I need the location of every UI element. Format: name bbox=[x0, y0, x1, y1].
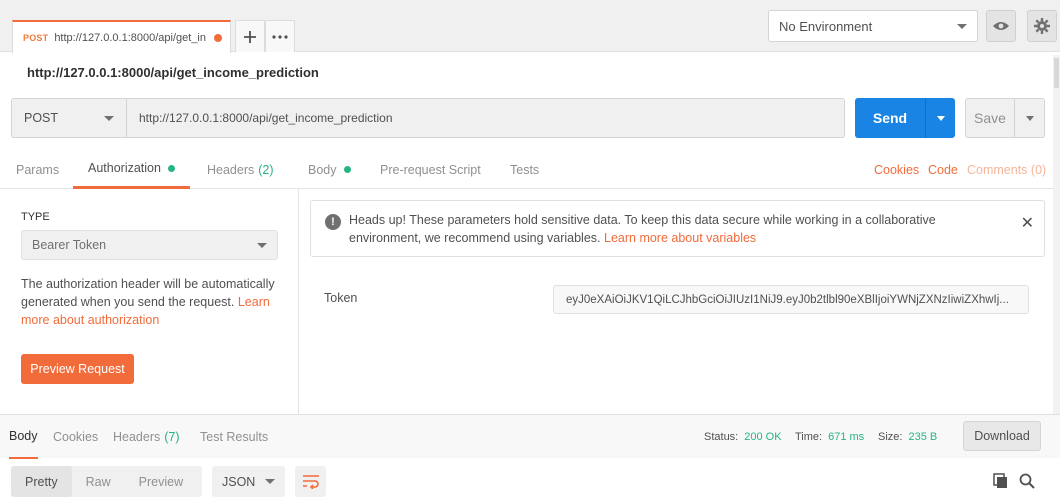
gear-icon bbox=[1034, 18, 1050, 34]
tab-authorization[interactable]: Authorization bbox=[73, 150, 190, 189]
wrap-lines-button[interactable] bbox=[295, 466, 326, 497]
response-tab-headers-count: (7) bbox=[164, 430, 180, 444]
wrap-lines-icon bbox=[302, 474, 319, 489]
time-readout: Time: 671 ms bbox=[795, 415, 864, 459]
environment-quick-look-button[interactable] bbox=[986, 10, 1016, 42]
more-tabs-button[interactable] bbox=[265, 20, 295, 52]
warning-icon: ! bbox=[325, 214, 341, 230]
format-preview-button[interactable]: Preview bbox=[125, 466, 197, 497]
more-horizontal-icon bbox=[272, 34, 288, 39]
code-link[interactable]: Code bbox=[928, 150, 958, 189]
response-tab-cookies[interactable]: Cookies bbox=[53, 415, 98, 459]
close-icon[interactable]: ✕ bbox=[1021, 213, 1034, 233]
tab-prerequest-label: Pre-request Script bbox=[380, 162, 481, 177]
chevron-down-icon bbox=[104, 115, 114, 121]
request-tab[interactable]: POST http://127.0.0.1:8000/api/get_in bbox=[12, 20, 231, 53]
size-value: 235 B bbox=[908, 431, 938, 443]
auth-type-panel: TYPE Bearer Token The authorization head… bbox=[0, 189, 299, 414]
send-button[interactable]: Send bbox=[855, 98, 925, 138]
response-tab-cookies-label: Cookies bbox=[53, 430, 99, 444]
save-button[interactable]: Save bbox=[965, 98, 1015, 138]
active-indicator-icon bbox=[343, 166, 351, 173]
chevron-down-icon bbox=[957, 23, 967, 29]
search-icon bbox=[1019, 473, 1035, 489]
tab-tests-label: Tests bbox=[510, 162, 540, 177]
chevron-down-icon bbox=[265, 479, 275, 484]
unsaved-dot-icon bbox=[214, 33, 222, 42]
environment-select[interactable]: No Environment bbox=[768, 10, 978, 42]
environment-label: No Environment bbox=[779, 18, 873, 34]
request-tabs: Params Authorization Headers (2) Body Pr… bbox=[0, 150, 1053, 189]
format-pretty-button[interactable]: Pretty bbox=[11, 466, 72, 497]
tab-headers-count: (2) bbox=[258, 162, 274, 177]
tab-authorization-label: Authorization bbox=[88, 161, 161, 175]
save-options-button[interactable] bbox=[1015, 98, 1045, 138]
tab-tests[interactable]: Tests bbox=[510, 150, 539, 189]
download-button[interactable]: Download bbox=[963, 421, 1041, 451]
chevron-down-icon bbox=[1025, 115, 1034, 121]
language-value: JSON bbox=[222, 474, 256, 489]
eye-icon bbox=[993, 22, 1009, 30]
response-tab-headers-label: Headers bbox=[113, 430, 161, 444]
method-select[interactable]: POST bbox=[11, 98, 127, 138]
response-bar: Body Cookies Headers (7) Test Results St… bbox=[0, 414, 1060, 459]
response-tab-body-label: Body bbox=[9, 429, 38, 443]
tab-params-label: Params bbox=[16, 162, 60, 177]
plus-icon bbox=[244, 30, 256, 43]
status-value: 200 OK bbox=[744, 431, 782, 443]
cookies-link[interactable]: Cookies bbox=[874, 150, 919, 189]
tab-prerequest-script[interactable]: Pre-request Script bbox=[380, 150, 481, 189]
request-title: http://127.0.0.1:8000/api/get_income_pre… bbox=[27, 65, 319, 80]
alert-message: Heads up! These parameters hold sensitiv… bbox=[349, 211, 989, 247]
copy-icon bbox=[993, 473, 1007, 488]
auth-type-value: Bearer Token bbox=[32, 238, 107, 252]
comments-link[interactable]: Comments (0) bbox=[967, 150, 1046, 189]
status-readout: Status: 200 OK bbox=[704, 415, 782, 459]
auth-type-label: TYPE bbox=[21, 211, 50, 223]
scrollbar-thumb[interactable] bbox=[1054, 58, 1059, 88]
method-label: POST bbox=[24, 111, 59, 125]
learn-more-variables-link[interactable]: Learn more about variables bbox=[604, 231, 756, 245]
language-select[interactable]: JSON bbox=[212, 466, 285, 497]
auth-type-select[interactable]: Bearer Token bbox=[21, 230, 278, 260]
chevron-down-icon bbox=[257, 242, 267, 248]
copy-button[interactable] bbox=[990, 470, 1012, 492]
response-tab-test-results-label: Test Results bbox=[200, 430, 269, 444]
new-tab-button[interactable] bbox=[235, 20, 265, 52]
tab-headers[interactable]: Headers (2) bbox=[207, 150, 274, 189]
tab-url: http://127.0.0.1:8000/api/get_in bbox=[54, 31, 206, 44]
send-options-button[interactable] bbox=[925, 98, 955, 138]
scrollbar[interactable] bbox=[1053, 55, 1060, 415]
auth-description: The authorization header will be automat… bbox=[21, 275, 281, 329]
environment-settings-button[interactable] bbox=[1027, 10, 1057, 42]
tab-params[interactable]: Params bbox=[16, 150, 59, 189]
size-readout: Size: 235 B bbox=[878, 415, 937, 459]
response-tab-body[interactable]: Body bbox=[9, 415, 38, 459]
preview-request-button[interactable]: Preview Request bbox=[21, 354, 134, 384]
auth-description-text: The authorization header will be automat… bbox=[21, 277, 275, 309]
active-indicator-icon bbox=[167, 164, 175, 172]
sensitive-data-alert: ! Heads up! These parameters hold sensit… bbox=[310, 200, 1045, 257]
tab-headers-label: Headers bbox=[207, 162, 255, 177]
time-label: Time: bbox=[795, 431, 823, 443]
search-button[interactable] bbox=[1016, 470, 1038, 492]
response-tab-headers[interactable]: Headers (7) bbox=[113, 415, 180, 459]
tab-method: POST bbox=[23, 32, 49, 43]
token-label: Token bbox=[324, 291, 358, 305]
chevron-down-icon bbox=[936, 115, 945, 121]
response-tab-test-results[interactable]: Test Results bbox=[200, 415, 268, 459]
format-toggle-group: Pretty Raw Preview bbox=[11, 466, 202, 497]
tab-body-label: Body bbox=[308, 162, 337, 177]
url-input[interactable]: http://127.0.0.1:8000/api/get_income_pre… bbox=[127, 98, 845, 138]
token-value: eyJ0eXAiOiJKV1QiLCJhbGciOiJIUzI1NiJ9.eyJ… bbox=[566, 293, 1009, 306]
time-value: 671 ms bbox=[828, 431, 865, 443]
format-raw-button[interactable]: Raw bbox=[72, 466, 125, 497]
tab-body[interactable]: Body bbox=[308, 150, 351, 189]
token-input[interactable]: eyJ0eXAiOiJKV1QiLCJhbGciOiJIUzI1NiJ9.eyJ… bbox=[553, 285, 1029, 314]
status-label: Status: bbox=[704, 431, 739, 443]
tab-bar: POST http://127.0.0.1:8000/api/get_in No… bbox=[0, 0, 1060, 53]
size-label: Size: bbox=[878, 431, 903, 443]
url-value: http://127.0.0.1:8000/api/get_income_pre… bbox=[139, 111, 393, 125]
